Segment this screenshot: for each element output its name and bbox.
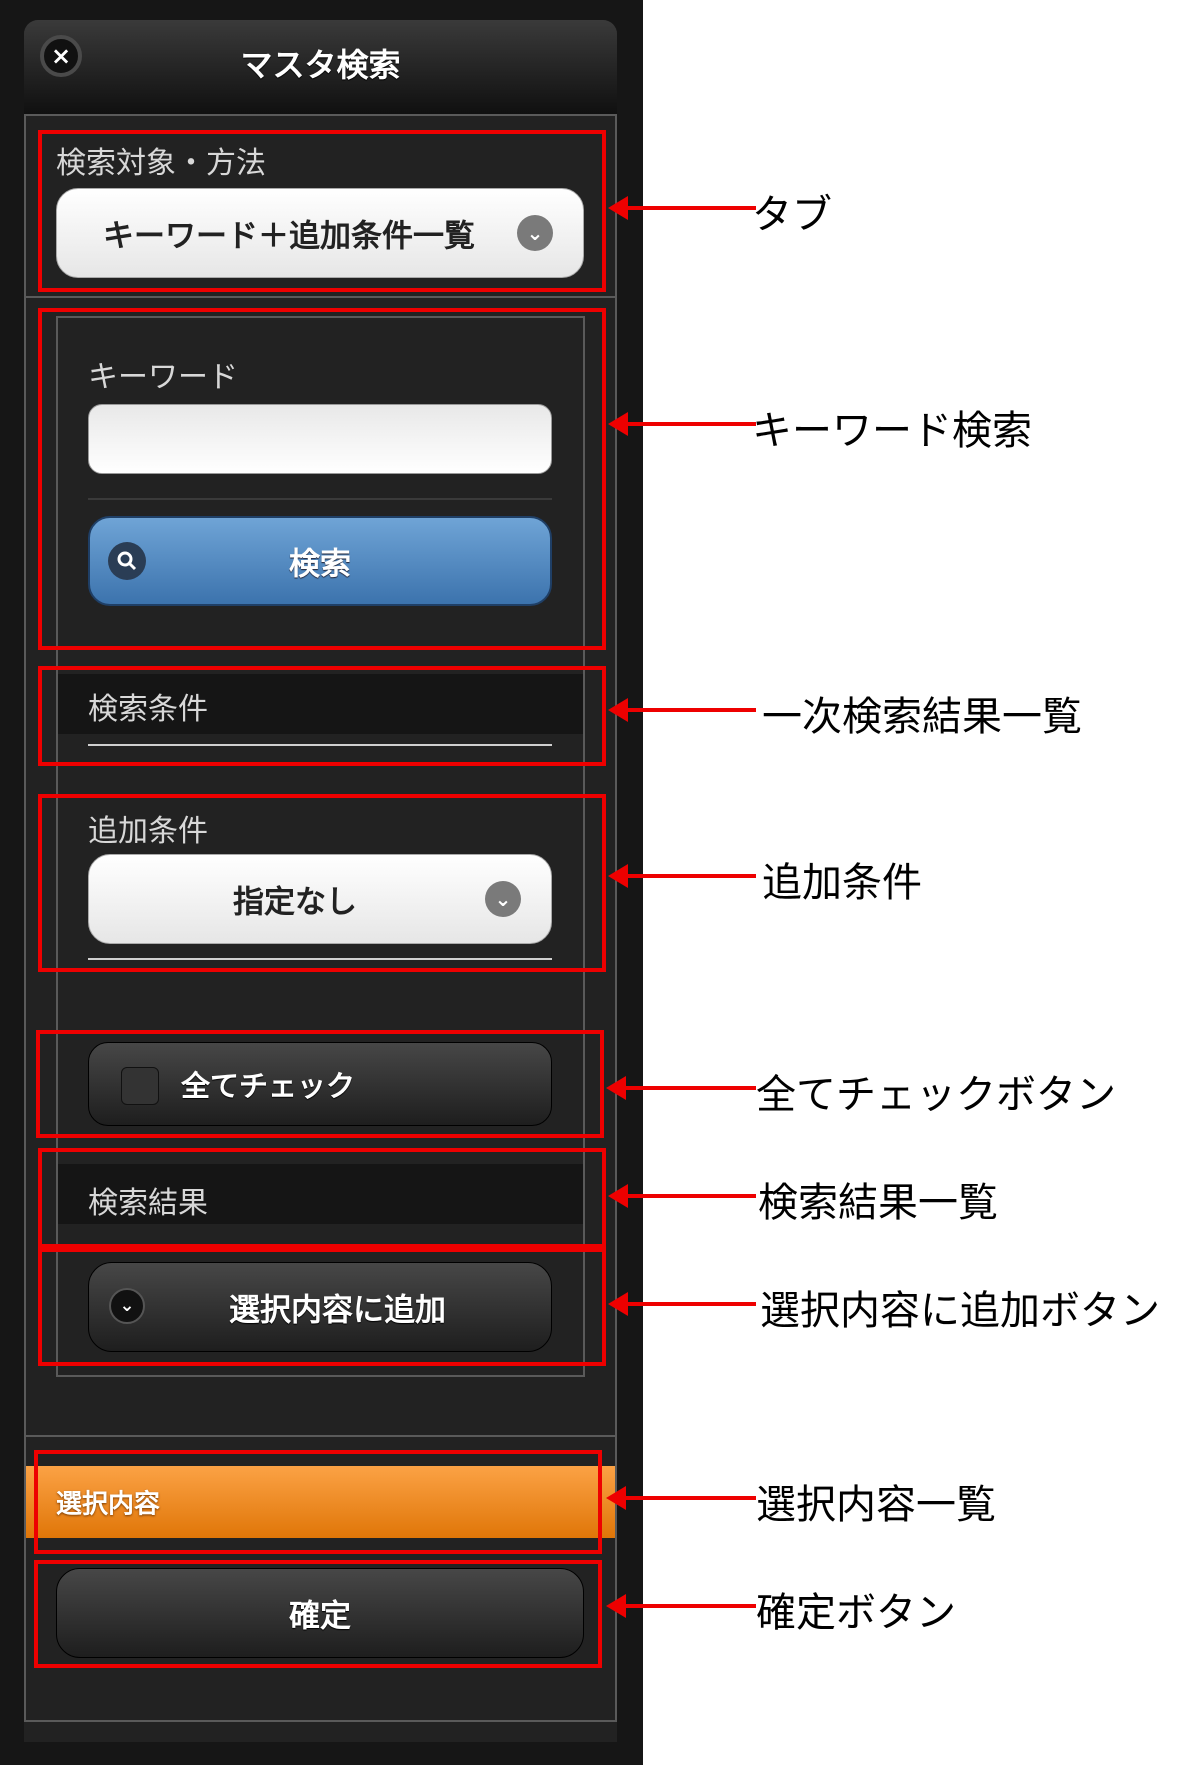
annotation-box-selection [34,1450,602,1554]
annotation-label-results-list: 検索結果一覧 [758,1180,998,1226]
annotation-arrow [606,1486,756,1510]
annotation-arrow [608,196,756,220]
annotation-box-keyword [38,308,606,650]
annotation-arrow [608,1292,756,1316]
annotation-label-keyword-search: キーワード検索 [752,408,1032,454]
annotation-arrow [608,412,756,436]
annotation-box-tab [38,130,606,292]
annotation-box-primary-results [38,666,606,766]
annotation-label-additional-conditions: 追加条件 [762,860,922,906]
annotation-box-results [38,1148,606,1248]
annotation-label-add-button: 選択内容に追加ボタン [760,1288,1160,1334]
divider [24,296,617,298]
annotation-arrow [606,1594,756,1618]
annotation-label-primary-results: 一次検索結果一覧 [762,694,1082,740]
annotation-label-selection-list: 選択内容一覧 [756,1482,996,1528]
annotation-label-confirm-button: 確定ボタン [756,1590,956,1636]
annotation-box-add [38,1248,606,1366]
annotation-arrow [606,1076,756,1100]
annotation-arrow [608,1184,756,1208]
dialog-title: マスタ検索 [240,46,401,84]
annotation-box-confirm [34,1560,602,1668]
divider [24,1435,617,1437]
annotation-label-check-all-button: 全てチェックボタン [756,1072,1116,1118]
annotation-arrow [608,698,756,722]
annotation-box-additional [38,794,606,972]
annotation-label-tab: タブ [752,192,832,238]
annotation-box-check-all [36,1030,604,1138]
annotation-arrow [608,864,756,888]
